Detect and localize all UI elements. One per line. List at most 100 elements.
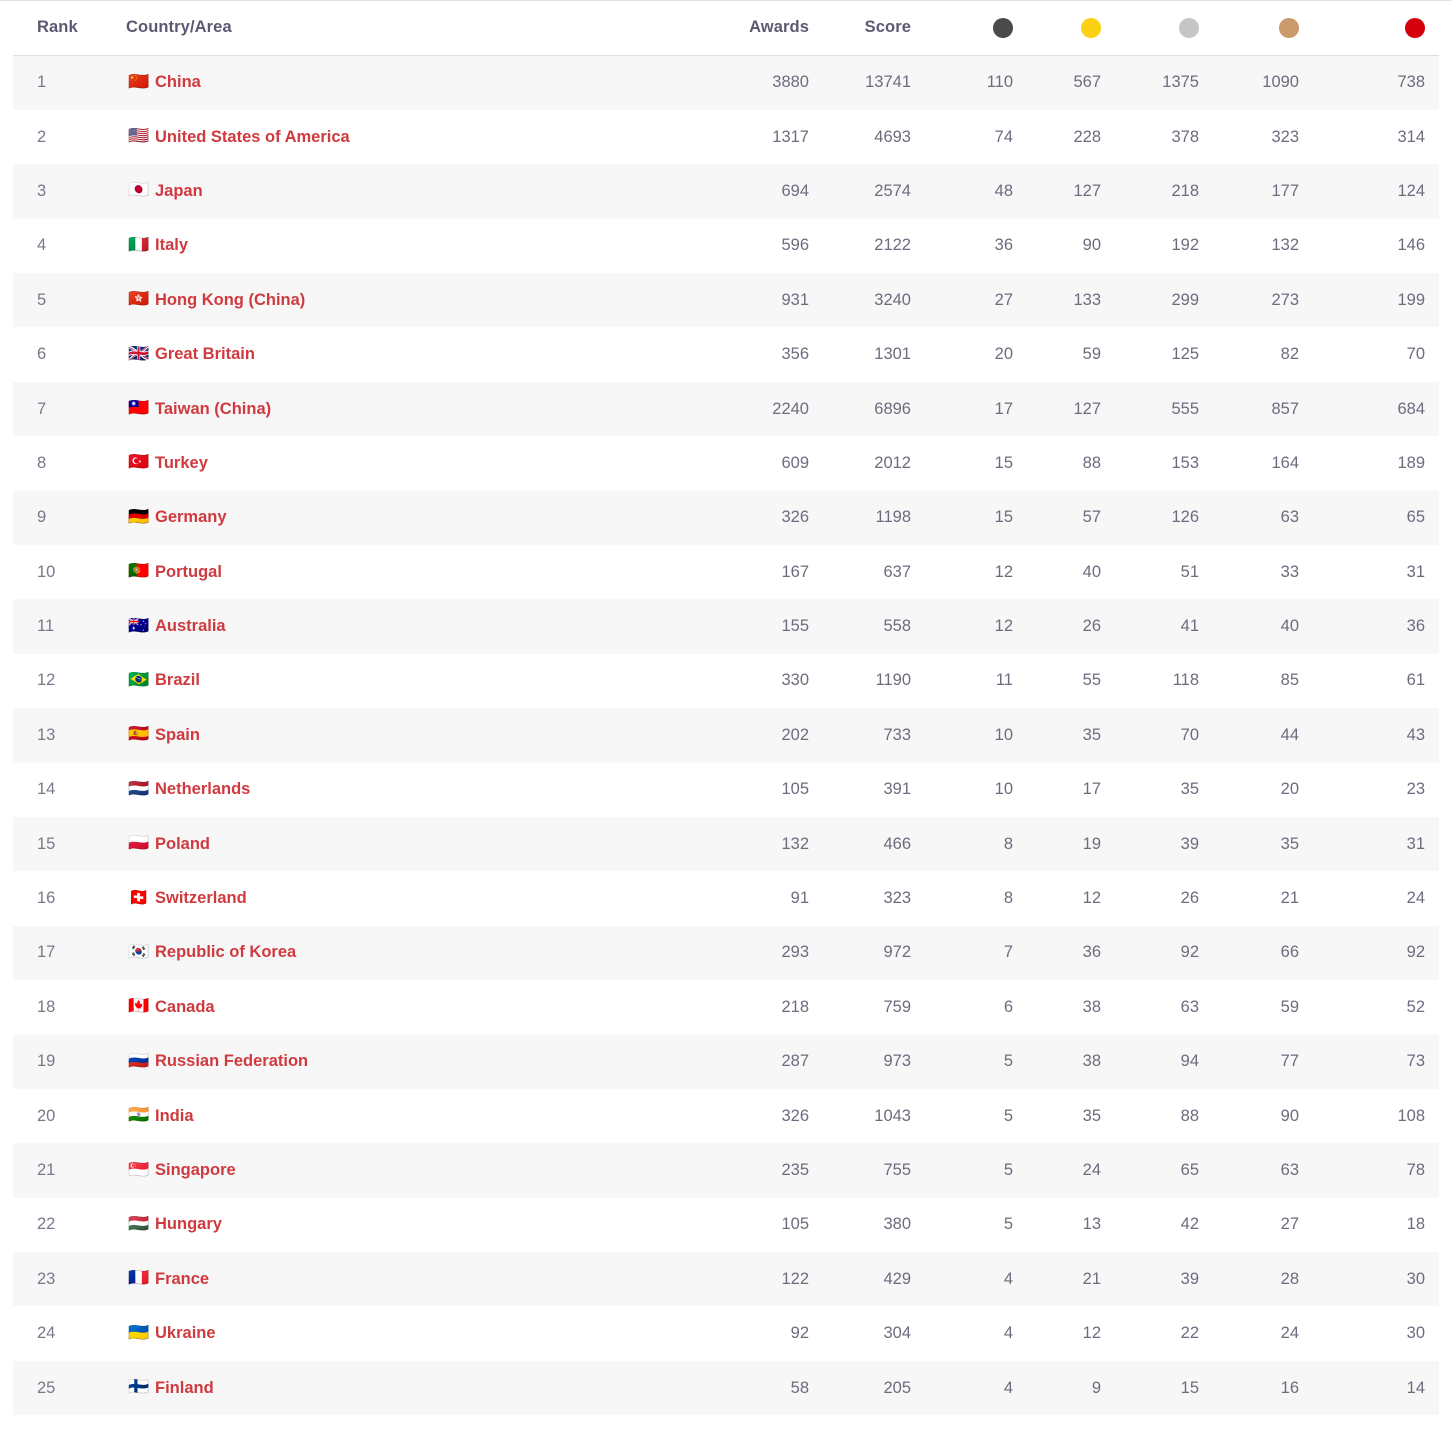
country-name-link[interactable]: Great Britain xyxy=(155,345,255,363)
country-name-link[interactable]: Taiwan (China) xyxy=(155,400,271,418)
country-name-link[interactable]: Turkey xyxy=(155,454,208,472)
table-row[interactable]: 3 🇯🇵 Japan 694 2574 48 127 218 177 124 xyxy=(13,164,1439,219)
cell-m4: 21 xyxy=(1280,889,1299,908)
cell-awards: 287 xyxy=(781,1052,809,1071)
country-name-link[interactable]: Brazil xyxy=(155,671,200,689)
cell-awards: 132 xyxy=(781,834,809,853)
country-flag-icon: 🇺🇦 xyxy=(128,1322,150,1343)
cell-awards: 1317 xyxy=(772,127,809,146)
table-row[interactable]: 6 🇬🇧 Great Britain 356 1301 20 59 125 82 70 xyxy=(13,327,1439,382)
cell-m3: 39 xyxy=(1180,1269,1199,1288)
country-flag-icon: 🇨🇭 xyxy=(128,887,150,908)
column-header-country[interactable]: Country/Area xyxy=(125,1,723,56)
cell-m4: 63 xyxy=(1280,1161,1299,1179)
cell-m5: 73 xyxy=(1406,1052,1425,1071)
cell-country: 🇰🇷 Republic of Korea xyxy=(125,926,723,980)
country-name-link[interactable]: France xyxy=(155,1270,209,1288)
red-medal-icon xyxy=(1405,18,1425,38)
country-name-link[interactable]: China xyxy=(155,73,201,91)
cell-country: 🇧🇷 Brazil xyxy=(125,654,723,708)
cell-rank: 9 xyxy=(37,508,47,527)
table-row[interactable]: 5 🇭🇰 Hong Kong (China) 931 3240 27 133 299 273 19… xyxy=(13,273,1439,328)
table-row[interactable]: 10 🇵🇹 Portugal 167 637 12 40 51 33 31 xyxy=(13,545,1439,600)
cell-country: 🇮🇳 India xyxy=(125,1089,723,1143)
country-name-link[interactable]: India xyxy=(155,1107,194,1125)
cell-m2: 13 xyxy=(1082,1215,1101,1234)
country-name-link[interactable]: Germany xyxy=(155,508,227,526)
table-row[interactable]: 20 🇮🇳 India 326 1043 5 35 88 90 108 xyxy=(13,1088,1439,1144)
table-row[interactable]: 14 🇳🇱 Netherlands 105 391 10 17 35 20 23 xyxy=(13,762,1439,817)
column-header-gold-medal[interactable] xyxy=(1027,1,1115,56)
cell-score: 2012 xyxy=(874,453,911,472)
country-flag-icon: 🇮🇹 xyxy=(128,234,150,255)
cell-m1: 11 xyxy=(995,671,1013,690)
cell-m5: 684 xyxy=(1397,399,1425,418)
table-row[interactable]: 13 🇪🇸 Spain 202 733 10 35 70 44 43 xyxy=(13,708,1439,763)
cell-score: 380 xyxy=(883,1215,911,1234)
column-header-red-medal[interactable] xyxy=(1313,1,1439,56)
table-row[interactable]: 8 🇹🇷 Turkey 609 2012 15 88 153 164 189 xyxy=(13,436,1439,491)
country-name-link[interactable]: Switzerland xyxy=(155,889,247,907)
table-row[interactable]: 1 🇨🇳 China 3880 13741 110 567 1375 1090 738 xyxy=(13,55,1439,110)
cell-country: 🇺🇸 United States of America xyxy=(125,110,723,164)
cell-rank: 2 xyxy=(37,127,47,146)
country-name-link[interactable]: Japan xyxy=(155,182,203,200)
cell-m4: 35 xyxy=(1280,834,1299,853)
country-name-link[interactable]: Hong Kong (China) xyxy=(155,291,305,309)
table-row[interactable]: 24 🇺🇦 Ukraine 92 304 4 12 22 24 30 xyxy=(13,1306,1439,1361)
column-header-awards[interactable]: Awards xyxy=(723,1,823,56)
table-row[interactable]: 18 🇨🇦 Canada 218 759 6 38 63 59 52 xyxy=(13,980,1439,1035)
country-name-link[interactable]: Poland xyxy=(155,835,210,853)
country-flag-icon: 🇹🇼 xyxy=(128,398,150,419)
table-row[interactable]: 21 🇸🇬 Singapore 235 755 5 24 65 63 78 xyxy=(13,1143,1439,1198)
column-header-bronze-medal[interactable] xyxy=(1213,1,1313,56)
table-row[interactable]: 11 🇦🇺 Australia 155 558 12 26 41 40 36 xyxy=(13,599,1439,654)
table-row[interactable]: 22 🇭🇺 Hungary 105 380 5 13 42 27 18 xyxy=(13,1197,1439,1253)
cell-m3: 125 xyxy=(1171,345,1199,364)
cell-m1: 74 xyxy=(994,127,1013,146)
country-name-link[interactable]: United States of America xyxy=(155,128,350,146)
table-row[interactable]: 19 🇷🇺 Russian Federation 287 973 5 38 94 77 73 xyxy=(13,1034,1439,1089)
column-header-total-medal[interactable] xyxy=(925,1,1027,56)
country-name-link[interactable]: Finland xyxy=(155,1379,214,1397)
country-name-link[interactable]: Italy xyxy=(155,236,188,254)
cell-m1: 5 xyxy=(1003,1052,1013,1071)
table-row[interactable]: 15 🇵🇱 Poland 132 466 8 19 39 35 31 xyxy=(13,816,1439,872)
table-row[interactable]: 12 🇧🇷 Brazil 330 1190 11 55 118 85 61 xyxy=(13,653,1439,709)
country-name-link[interactable]: Portugal xyxy=(155,563,222,581)
cell-m5: 43 xyxy=(1406,725,1425,744)
country-name-link[interactable]: Netherlands xyxy=(155,780,250,798)
country-name-link[interactable]: Spain xyxy=(155,726,200,744)
table-row[interactable]: 2 🇺🇸 United States of America 1317 4693 74 228… xyxy=(13,109,1439,165)
country-name-link[interactable]: Republic of Korea xyxy=(155,943,296,961)
country-name-link[interactable]: Canada xyxy=(155,998,215,1016)
country-name-link[interactable]: Australia xyxy=(155,617,226,635)
cell-awards: 356 xyxy=(781,345,809,364)
table-row[interactable]: 4 🇮🇹 Italy 596 2122 36 90 192 132 146 xyxy=(13,218,1439,274)
cell-m1: 5 xyxy=(1003,1161,1013,1179)
table-row[interactable]: 9 🇩🇪 Germany 326 1198 15 57 126 63 65 xyxy=(13,490,1439,546)
cell-rank: 20 xyxy=(37,1106,56,1125)
table-row[interactable]: 7 🇹🇼 Taiwan (China) 2240 6896 17 127 555 857 684 xyxy=(13,381,1439,437)
country-name-link[interactable]: Singapore xyxy=(155,1161,236,1179)
cell-m3: 555 xyxy=(1171,399,1199,418)
table-row[interactable]: 17 🇰🇷 Republic of Korea 293 972 7 36 92 66 92 xyxy=(13,925,1439,981)
cell-m3: 1375 xyxy=(1162,73,1199,92)
cell-m2: 55 xyxy=(1082,671,1101,690)
table-row[interactable]: 25 🇫🇮 Finland 58 205 4 9 15 16 14 xyxy=(13,1360,1439,1416)
country-name-link[interactable]: Hungary xyxy=(155,1215,222,1233)
column-header-rank[interactable]: Rank xyxy=(13,1,125,56)
country-name-link[interactable]: Ukraine xyxy=(155,1324,216,1342)
cell-score: 759 xyxy=(883,997,911,1016)
column-header-silver-medal[interactable] xyxy=(1115,1,1213,56)
cell-rank: 18 xyxy=(37,997,56,1016)
cell-m5: 52 xyxy=(1406,997,1425,1016)
table-row[interactable]: 23 🇫🇷 France 122 429 4 21 39 28 30 xyxy=(13,1252,1439,1307)
cell-m1: 36 xyxy=(994,236,1013,255)
column-header-score[interactable]: Score xyxy=(823,1,925,56)
cell-country: 🇳🇱 Netherlands xyxy=(125,763,723,817)
country-name-link[interactable]: Russian Federation xyxy=(155,1052,308,1070)
table-row[interactable]: 16 🇨🇭 Switzerland 91 323 8 12 26 21 24 xyxy=(13,871,1439,926)
country-flag-icon: 🇧🇷 xyxy=(128,669,150,690)
country-flag-icon: 🇮🇳 xyxy=(128,1105,150,1126)
